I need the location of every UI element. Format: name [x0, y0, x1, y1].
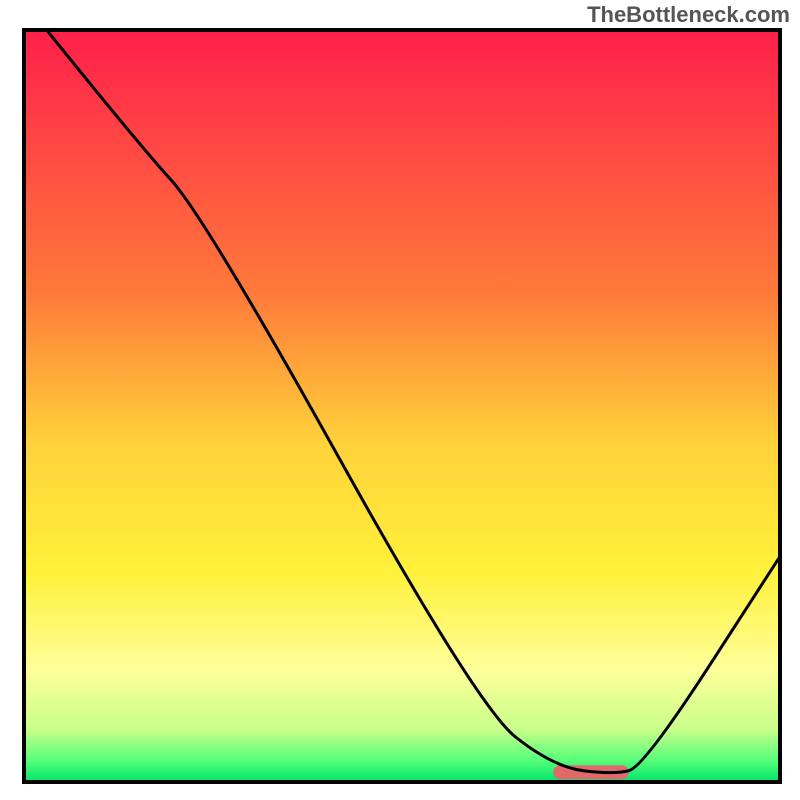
watermark-text: TheBottleneck.com	[587, 2, 790, 28]
chart-container: TheBottleneck.com	[0, 0, 800, 800]
plot-area	[24, 30, 780, 782]
bottleneck-chart	[0, 0, 800, 800]
